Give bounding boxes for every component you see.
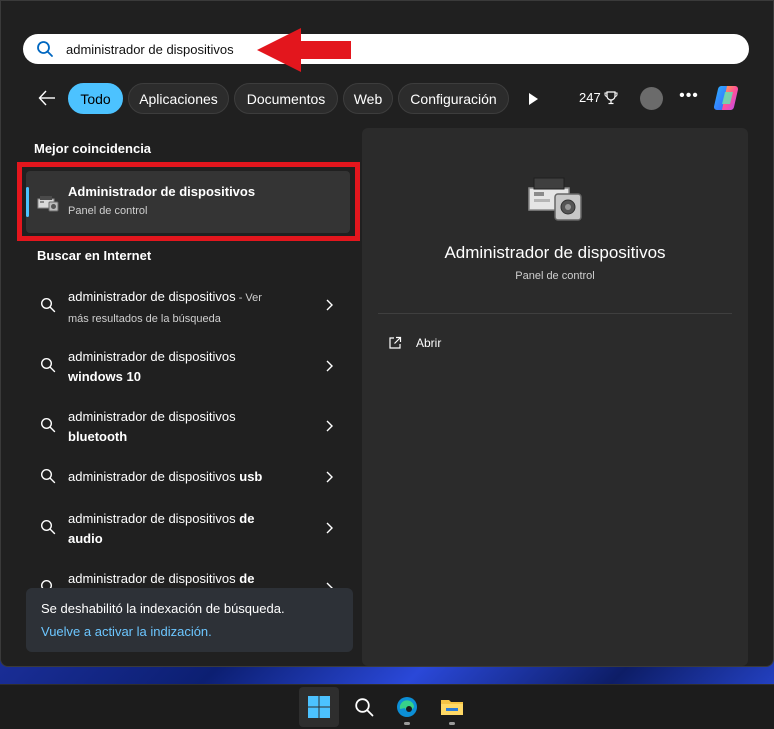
search-icon [40,357,56,373]
more-options-button[interactable]: ••• [677,87,701,109]
device-manager-icon [528,177,582,221]
web-item-text: administrador de dispositivos [68,409,236,424]
chevron-right-icon [326,471,333,483]
web-item-text: administrador de dispositivos [68,469,240,484]
taskbar [0,684,774,729]
filter-chip-aplicaciones[interactable]: Aplicaciones [128,83,229,114]
reenable-indexing-link[interactable]: Vuelve a activar la indización. [41,624,212,639]
points-value: 247 [579,90,601,105]
copilot-icon[interactable] [712,82,744,114]
taskbar-search-button[interactable] [344,687,384,727]
annotation-highlight-box [17,162,360,241]
folder-icon [441,700,463,715]
web-item-text: administrador de dispositivos [68,349,236,364]
annotation-arrow-icon [257,28,351,72]
search-icon [40,519,56,535]
search-icon [40,468,56,484]
arrow-left-icon [38,90,55,106]
windows-logo-icon [308,696,330,718]
chevron-right-icon [326,420,333,432]
list-item[interactable]: administrador de dispositivos - Ver más … [26,287,350,327]
web-item-text: administrador de dispositivos [68,289,236,304]
web-item-text: administrador de dispositivos [68,511,240,526]
list-item[interactable]: administrador de dispositivos de audio [26,509,350,549]
web-item-bold: audio [68,531,103,546]
open-external-icon [389,336,402,349]
search-panel: Todo Aplicaciones Documentos Web Configu… [0,0,774,667]
file-explorer-button[interactable] [432,687,472,727]
list-item[interactable]: administrador de dispositivos windows 10 [26,347,350,387]
filter-chip-documentos[interactable]: Documentos [234,83,338,114]
avatar[interactable] [640,87,663,110]
web-item-bold-inline: de [239,511,255,526]
start-button[interactable] [299,687,339,727]
rewards-points[interactable]: 247 [579,90,618,105]
search-icon [40,297,56,313]
open-action[interactable]: Abrir [388,333,441,353]
web-item-suffix: - Ver [235,292,262,304]
more-filters-play-icon[interactable] [523,89,543,109]
search-icon [355,698,374,717]
web-search-heading: Buscar en Internet [37,248,152,263]
filter-chip-configuracion[interactable]: Configuración [398,83,509,114]
result-detail-pane: Administrador de dispositivos Panel de c… [362,128,748,666]
search-icon [40,417,56,433]
indexing-notice: Se deshabilitó la indexación de búsqueda… [26,588,353,652]
web-item-bold: bluetooth [68,429,128,444]
list-item[interactable]: administrador de dispositivos usb [26,467,350,487]
search-icon [37,41,53,57]
detail-title: Administrador de dispositivos [444,243,666,262]
web-item-line2: más resultados de la búsqueda [68,313,221,325]
search-box[interactable] [23,34,749,64]
running-indicator [449,722,455,725]
chevron-right-icon [326,299,333,311]
list-item[interactable]: administrador de dispositivos de [26,569,350,595]
web-item-bold: windows 10 [68,369,141,384]
open-action-label: Abrir [416,336,442,350]
running-indicator [404,722,410,725]
detail-subtitle: Panel de control [515,270,595,282]
list-item[interactable]: administrador de dispositivos bluetooth [26,407,350,447]
chevron-right-icon [326,360,333,372]
indexing-notice-message: Se deshabilitó la indexación de búsqueda… [41,601,285,616]
edge-browser-button[interactable] [387,687,427,727]
divider [378,313,732,314]
web-item-bold-inline: de [239,571,255,586]
trophy-icon [604,90,618,104]
edge-icon [397,697,417,717]
best-match-heading: Mejor coincidencia [34,141,152,156]
web-item-text: administrador de dispositivos [68,571,240,586]
filter-chip-web[interactable]: Web [343,83,393,114]
back-button[interactable] [34,85,60,111]
web-item-bold: usb [239,469,263,484]
chevron-right-icon [326,522,333,534]
filter-chip-todo[interactable]: Todo [68,83,123,114]
